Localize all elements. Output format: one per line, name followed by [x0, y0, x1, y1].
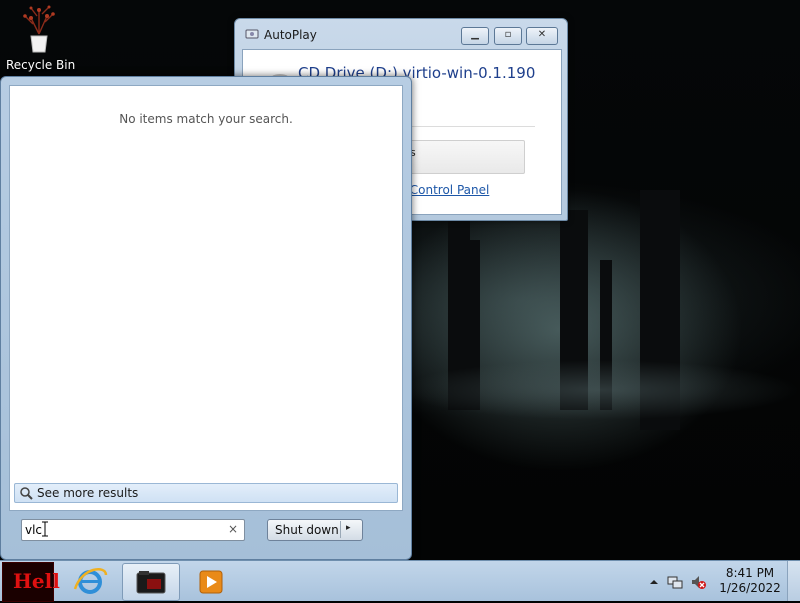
system-clock[interactable]: 8:41 PM 1/26/2022: [718, 566, 782, 596]
desktop-icon-label: Recycle Bin: [6, 58, 76, 72]
network-icon[interactable]: [667, 574, 683, 590]
shutdown-label: Shut down: [275, 523, 339, 537]
taskbar-explorer-window[interactable]: [122, 563, 180, 601]
shutdown-button[interactable]: Shut down ▸: [267, 519, 363, 541]
close-button[interactable]: ✕: [526, 27, 558, 45]
clock-time: 8:41 PM: [725, 566, 775, 580]
start-button-label: Hell: [13, 569, 60, 593]
taskbar-internet-explorer[interactable]: [62, 563, 118, 599]
autoplay-icon: [245, 28, 259, 40]
folder-icon: [136, 571, 166, 594]
minimize-button[interactable]: ▁: [461, 27, 489, 45]
fog: [400, 360, 800, 420]
show-desktop-button[interactable]: [787, 561, 800, 601]
search-results-panel: No items match your search. See more res…: [9, 85, 403, 511]
show-hidden-icons-chevron-up-icon[interactable]: [646, 574, 662, 590]
internet-explorer-icon: [73, 567, 108, 594]
volume-muted-icon[interactable]: [690, 574, 706, 590]
desktop-icon-recycle-bin[interactable]: Recycle Bin: [6, 4, 76, 72]
taskbar-media-player[interactable]: [184, 563, 240, 599]
recycle-bin-icon: [19, 4, 59, 56]
clock-date: 1/26/2022: [719, 581, 781, 595]
maximize-button[interactable]: ▫: [494, 27, 522, 45]
start-button[interactable]: Hell: [2, 562, 60, 602]
no-items-message: No items match your search.: [119, 112, 293, 126]
minimize-icon: ▁: [471, 29, 479, 40]
autoplay-title: AutoPlay: [264, 28, 317, 42]
taskbar: Hell 8:41 PM 1/26/2022: [0, 560, 800, 602]
clear-search-icon[interactable]: ×: [228, 522, 238, 536]
restore-icon: ▫: [504, 29, 512, 40]
start-menu: No items match your search. See more res…: [0, 76, 412, 560]
search-icon: [19, 486, 33, 500]
text-cursor-icon: [42, 521, 48, 537]
shutdown-divider: [340, 521, 341, 538]
search-box[interactable]: ×: [21, 519, 245, 541]
close-icon: ✕: [537, 29, 547, 40]
media-player-icon: [199, 570, 223, 594]
autoplay-titlebar[interactable]: AutoPlay ▁ ▫ ✕: [235, 19, 567, 49]
see-more-label: See more results: [37, 486, 139, 500]
search-input[interactable]: [25, 522, 215, 537]
chevron-right-icon[interactable]: ▸: [346, 523, 351, 533]
see-more-results-button[interactable]: See more results: [14, 483, 398, 503]
